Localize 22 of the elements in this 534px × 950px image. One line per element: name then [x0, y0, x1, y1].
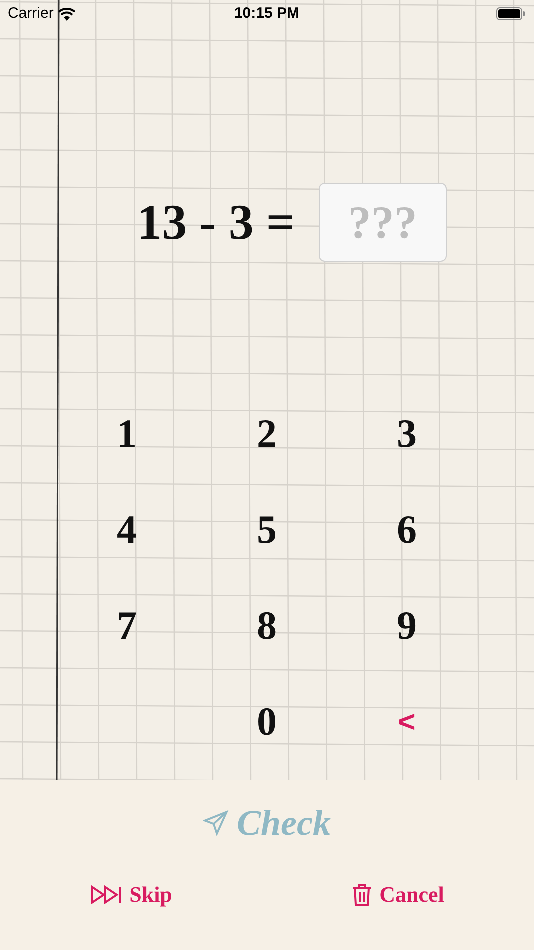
skip-button[interactable]: Skip	[82, 874, 180, 915]
backspace-key[interactable]: <	[375, 690, 439, 754]
carrier-label: Carrier	[8, 4, 54, 24]
digit-key[interactable]: 5	[235, 498, 299, 562]
battery-icon	[496, 7, 526, 21]
digit-key[interactable]: 3	[375, 402, 439, 466]
digit-key[interactable]: 9	[375, 594, 439, 658]
cancel-button[interactable]: Cancel	[344, 874, 452, 915]
answer-field[interactable]: ???	[318, 183, 447, 262]
digit-key[interactable]: 8	[235, 594, 299, 658]
digit-key[interactable]: 4	[95, 498, 159, 562]
digit-key[interactable]: 0	[235, 690, 299, 754]
digit-key[interactable]: 1	[95, 402, 159, 466]
wifi-icon	[58, 8, 76, 20]
equation-text: 13 - 3 =	[137, 193, 295, 252]
fast-forward-icon	[90, 884, 122, 904]
paper-plane-icon	[203, 810, 229, 836]
digit-key[interactable]: 7	[95, 594, 159, 658]
trash-icon	[352, 882, 372, 906]
digit-key[interactable]: 2	[235, 402, 299, 466]
status-time: 10:15 PM	[234, 4, 300, 24]
digit-key[interactable]: 6	[375, 498, 439, 562]
